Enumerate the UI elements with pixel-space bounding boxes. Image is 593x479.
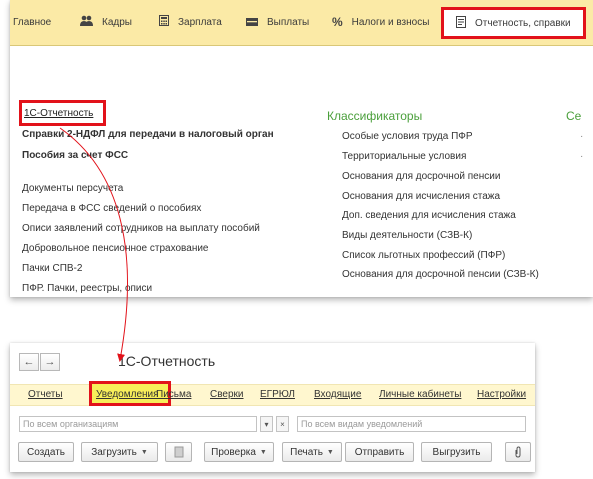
classifier-item[interactable]: Территориальные условия — [342, 151, 466, 162]
send-button[interactable]: Отправить — [345, 442, 414, 462]
tab-settings[interactable]: Настройки — [477, 389, 526, 400]
chevron-down-icon[interactable]: ▾ — [260, 416, 273, 432]
menu-item-label: Главное — [13, 16, 52, 28]
paperclip-icon — [515, 446, 521, 458]
tab-personal-accounts[interactable]: Личные кабинеты — [379, 389, 461, 400]
sections-panel: Главное Кадры Зарплата Выплаты % Налоги … — [10, 0, 593, 297]
classifier-item[interactable]: Основания для досрочной пенсии (СЗВ-К) — [342, 269, 539, 280]
calculator-icon — [159, 15, 169, 29]
classifier-item[interactable]: Особые условия труда ПФР — [342, 131, 473, 142]
link-pers-documents[interactable]: Документы персучета — [22, 183, 123, 194]
classifier-item[interactable]: Список льготных профессий (ПФР) — [342, 250, 505, 261]
link-2ndfl-certificates[interactable]: Справки 2-НДФЛ для передачи в налоговый … — [22, 129, 274, 140]
menu-item-label: Налоги и взносы — [351, 16, 430, 28]
check-button-label: Проверка — [211, 446, 256, 458]
chevron-down-icon: ▼ — [259, 448, 267, 456]
upload-button[interactable]: Загрузить ▼ — [81, 442, 158, 462]
tab-reconciliations[interactable]: Сверки — [210, 389, 244, 400]
chevron-down-icon: ▼ — [140, 448, 148, 456]
window-title: 1С-Отчетность — [118, 353, 216, 369]
link-fss-benefit-info[interactable]: Передача в ФСС сведений о пособиях — [22, 203, 201, 214]
create-button[interactable]: Создать — [18, 442, 74, 462]
tab-letters[interactable]: Письма — [156, 389, 191, 400]
link-fss-benefits[interactable]: Пособия за счет ФСС — [22, 150, 128, 161]
menu-item-taxes[interactable]: % Налоги и взносы — [332, 12, 429, 32]
cut-off-mark: · — [580, 151, 584, 162]
link-spv2-packs[interactable]: Пачки СПВ-2 — [22, 263, 82, 274]
classifier-item[interactable]: Основания для исчисления стажа — [342, 191, 500, 202]
menu-item-hr[interactable]: Кадры — [80, 12, 132, 32]
chevron-down-icon: ▼ — [326, 448, 334, 456]
classifiers-heading: Классификаторы — [327, 109, 423, 123]
document-icon — [174, 446, 183, 458]
link-voluntary-pension[interactable]: Добровольное пенсионное страхование — [22, 243, 208, 254]
download-button[interactable]: Выгрузить — [421, 442, 492, 462]
back-button[interactable]: ← — [19, 353, 39, 371]
organization-filter[interactable]: По всем организациям — [19, 416, 257, 432]
classifier-item[interactable]: Доп. сведения для исчисления стажа — [342, 210, 516, 221]
menu-item-label: Зарплата — [178, 16, 222, 28]
link-benefit-applications[interactable]: Описи заявлений сотрудников на выплату п… — [22, 223, 260, 234]
cash-icon — [246, 15, 258, 29]
menu-item-label: Кадры — [102, 16, 132, 28]
tab-reports[interactable]: Отчеты — [28, 389, 63, 400]
notification-type-filter[interactable]: По всем видам уведомлений — [297, 416, 526, 432]
print-button-label: Печать — [290, 446, 323, 458]
link-pfr-packs[interactable]: ПФР. Пачки, реестры, описи — [22, 283, 152, 294]
print-button[interactable]: Печать ▼ — [282, 442, 342, 462]
section-menu-bar: Главное Кадры Зарплата Выплаты % Налоги … — [10, 0, 593, 46]
services-heading-partial: Се — [566, 109, 582, 123]
check-button[interactable]: Проверка ▼ — [204, 442, 274, 462]
menu-item-main[interactable]: Главное — [13, 12, 51, 32]
attachment-button[interactable] — [505, 442, 531, 462]
classifier-item[interactable]: Виды деятельности (СЗВ-К) — [342, 230, 472, 241]
report-icon — [456, 15, 466, 31]
tab-notifications[interactable]: Уведомления — [96, 389, 159, 400]
link-1c-reporting[interactable]: 1С-Отчетность — [19, 100, 106, 126]
upload-button-label: Загрузить — [91, 446, 137, 458]
menu-item-salary[interactable]: Зарплата — [159, 12, 222, 32]
tab-incoming[interactable]: Входящие — [314, 389, 361, 400]
classifier-item[interactable]: Основания для досрочной пенсии — [342, 171, 500, 182]
menu-item-label: Отчетность, справки — [475, 17, 571, 29]
people-icon — [80, 15, 93, 29]
menu-item-payments[interactable]: Выплаты — [246, 12, 309, 32]
menu-item-label: Выплаты — [267, 16, 310, 28]
one-c-reporting-window: ← → 1С-Отчетность Отчеты Уведомления Пис… — [10, 343, 535, 472]
document-button[interactable] — [165, 442, 192, 462]
tab-egrul[interactable]: ЕГРЮЛ — [260, 389, 295, 400]
cut-off-mark: · — [580, 131, 584, 142]
forward-button[interactable]: → — [40, 353, 60, 371]
clear-icon[interactable]: × — [276, 416, 289, 432]
menu-item-reports[interactable]: Отчетность, справки — [441, 7, 586, 39]
percent-icon: % — [332, 15, 343, 29]
